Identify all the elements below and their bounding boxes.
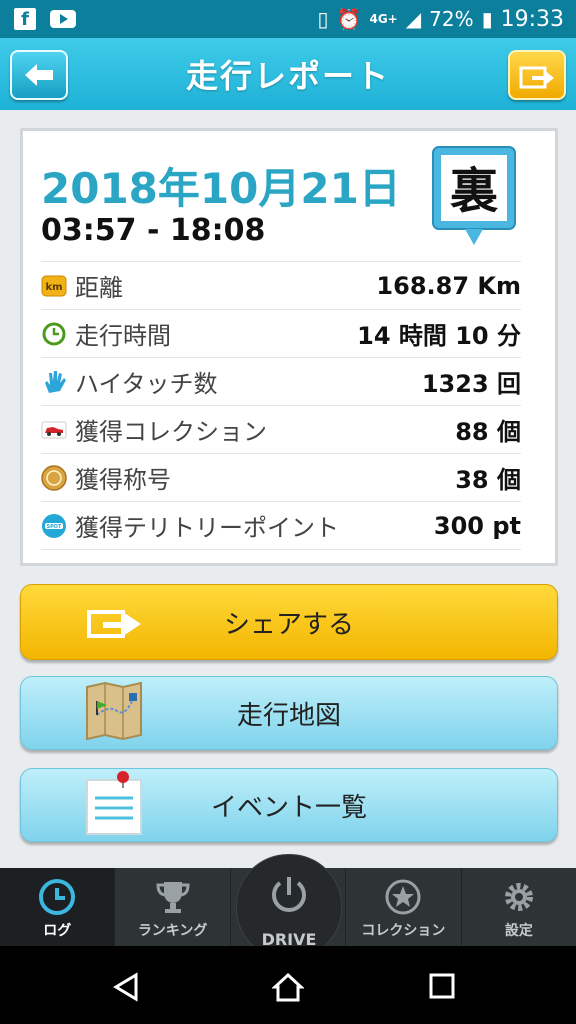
km-icon: km [41,273,67,299]
stat-label: 獲得称号 [75,466,171,494]
share-button[interactable]: シェアする [20,584,558,660]
tab-ranking[interactable]: ランキング [115,868,231,946]
high-five-icon [41,369,67,395]
stat-row-high-fives: ハイタッチ数 1323 回 [41,357,521,405]
stat-row-drive-time: 走行時間 14 時間 10 分 [41,309,521,357]
stat-value: 300 pt [433,511,521,540]
stat-value: 38 個 [455,466,521,494]
trophy-icon [156,882,190,913]
battery-icon: ▮ [481,7,493,31]
tab-settings[interactable]: 設定 [462,868,576,946]
stats-list: km 距離 168.87 Km 走行時間 14 時間 10 分 ハイタッチ数 1… [41,261,521,550]
tab-log[interactable]: ログ [0,868,116,946]
tab-ranking-label: ランキング [137,923,208,939]
nav-home-icon[interactable] [272,972,304,1002]
drive-button[interactable]: DRIVE [236,854,342,960]
system-nav-bar [0,946,576,1024]
tab-collection-label: コレクション [361,923,446,939]
svg-text:km: km [45,282,62,293]
stat-label: 走行時間 [75,322,171,350]
drive-map-button[interactable]: 走行地図 [20,676,558,750]
stat-value: 168.87 Km [376,271,521,300]
page-title: 走行レポート [185,57,390,95]
stat-label: 獲得テリトリーポイント [75,514,339,542]
stat-value: 14 時間 10 分 [357,322,521,350]
alarm-icon: ⏰ [336,7,362,31]
tab-log-label: ログ [43,923,72,939]
stat-label: ハイタッチ数 [75,370,218,398]
stat-row-territory-points: SPOT 獲得テリトリーポイント 300 pt [41,501,521,550]
nav-recents-icon[interactable] [428,972,456,1000]
gear-icon [504,883,533,911]
facebook-notification-icon: f [14,8,36,30]
signal-icon: ◢ [405,7,422,31]
back-button[interactable] [10,50,68,100]
battery-percent: 72% [429,7,474,31]
star-circle-icon [385,879,421,915]
youtube-notification-icon [50,10,76,28]
stat-row-collection: 獲得コレクション 88 個 [41,405,521,453]
report-date: 2018年10月21日 [41,164,401,213]
report-time-range: 03:57 - 18:08 [41,213,266,248]
badge-character: 裏 [450,163,498,219]
tab-collection[interactable]: コレクション [346,868,462,946]
stat-label: 距離 [75,274,123,302]
clock-icon [41,321,67,347]
stat-row-distance: km 距離 168.87 Km [41,261,521,309]
report-card: 2018年10月21日 03:57 - 18:08 裏 km 距離 168.87… [20,128,558,566]
clock-time: 19:33 [500,6,564,32]
stat-value: 88 個 [455,418,521,446]
status-bar: f ▯ ⏰ 4G+ ◢ 72% ▮ 19:33 [0,0,576,38]
vibrate-icon: ▯ [317,7,329,31]
event-list-button-label: イベント一覧 [210,792,367,823]
stat-row-titles: 獲得称号 38 個 [41,453,521,501]
svg-text:SPOT: SPOT [47,524,63,530]
header-share-button[interactable] [508,50,566,100]
spot-icon: SPOT [41,513,67,539]
event-list-button[interactable]: イベント一覧 [20,768,558,842]
stat-value: 1323 回 [421,370,521,398]
clock-icon [39,879,76,915]
stat-label: 獲得コレクション [75,418,267,446]
network-type: 4G+ [369,12,398,26]
nav-back-icon[interactable] [112,972,142,1002]
back-arrow-icon [25,64,53,86]
tab-settings-label: 設定 [504,923,533,939]
power-icon [272,877,306,912]
share-icon [519,66,554,89]
share-button-label: シェアする [223,609,354,640]
app-header: 走行レポート [0,38,576,110]
medal-icon [41,464,67,491]
drive-map-button-label: 走行地図 [236,700,341,731]
car-icon [41,417,67,443]
title-badge: 裏 [431,145,517,249]
